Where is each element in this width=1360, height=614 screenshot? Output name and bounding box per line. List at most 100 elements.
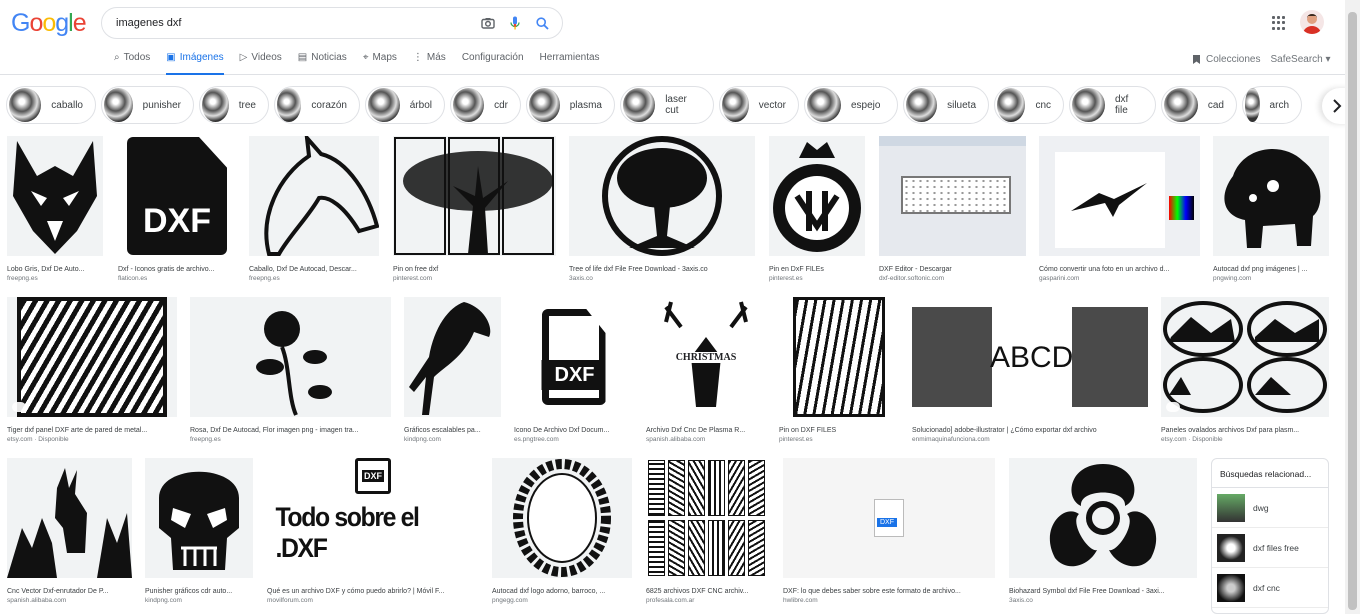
apps-grid-icon[interactable] <box>1272 16 1286 30</box>
result-source[interactable]: pngwing.com <box>1213 274 1329 283</box>
scrollbar[interactable] <box>1345 0 1360 614</box>
result-caption[interactable]: Tiger dxf panel DXF arte de pared de met… <box>7 426 177 435</box>
chip-11[interactable]: cnc <box>994 86 1064 124</box>
search-box[interactable] <box>101 7 563 39</box>
result-caption[interactable]: Autocad dxf logo adorno, barroco, ... <box>492 587 632 596</box>
result-thumbnail[interactable] <box>1039 136 1200 256</box>
result-source[interactable]: es.pngtree.com <box>514 435 633 444</box>
image-result[interactable]: Paneles ovalados archivos Dxf para plasm… <box>1161 297 1329 444</box>
chip-8[interactable]: vector <box>719 86 799 124</box>
chip-7[interactable]: laser cut <box>620 86 714 124</box>
result-caption[interactable]: Pin on free dxf <box>393 265 556 274</box>
chip-5[interactable]: cdr <box>450 86 521 124</box>
image-result[interactable]: DXF Icono De Archivo Dxf Docum... es.pngtr… <box>514 297 633 444</box>
image-result[interactable]: Cómo convertir una foto en un archivo d.… <box>1039 136 1200 283</box>
result-caption[interactable]: 6825 archivos DXF CNC archiv... <box>646 587 770 596</box>
related-search-item[interactable]: dwg <box>1212 488 1328 528</box>
search-icon[interactable] <box>534 15 550 31</box>
result-caption[interactable]: Tree of life dxf File Free Download - 3a… <box>569 265 755 274</box>
google-logo[interactable]: Google <box>11 9 87 38</box>
avatar[interactable] <box>1300 10 1324 34</box>
tab-0[interactable]: ⌕ Todos <box>114 52 150 75</box>
result-thumbnail[interactable]: DXF <box>118 136 236 256</box>
result-source[interactable]: kindpng.com <box>145 596 253 605</box>
tab-3[interactable]: ▤ Noticias <box>298 52 347 75</box>
image-result[interactable]: DXF Dxf - Iconos gratis de archivo... flat… <box>118 136 236 283</box>
image-result[interactable]: Cnc Vector Dxf-enrutador De P... spanish.… <box>7 458 132 605</box>
result-caption[interactable]: Gráficos escalables pa... <box>404 426 501 435</box>
result-thumbnail[interactable] <box>7 136 103 256</box>
result-thumbnail[interactable]: ABCD <box>912 297 1148 417</box>
result-caption[interactable]: Qué es un archivo DXF y cómo puedo abrir… <box>267 587 479 596</box>
result-caption[interactable]: Caballo, Dxf De Autocad, Descar... <box>249 265 379 274</box>
image-result[interactable]: Pin en DxF FILEs pinterest.es <box>769 136 865 283</box>
result-source[interactable]: 3axis.co <box>1009 596 1197 605</box>
result-caption[interactable]: Pin on DXF FILES <box>779 426 899 435</box>
result-thumbnail[interactable]: DXF <box>783 458 995 578</box>
result-thumbnail[interactable] <box>1161 297 1329 417</box>
result-source[interactable]: pinterest.es <box>769 274 865 283</box>
result-source[interactable]: dxf-editor.softonic.com <box>879 274 1026 283</box>
result-thumbnail[interactable] <box>779 297 899 417</box>
result-source[interactable]: spanish.alibaba.com <box>7 596 132 605</box>
result-thumbnail[interactable] <box>1213 136 1329 256</box>
result-caption[interactable]: Dxf - Iconos gratis de archivo... <box>118 265 236 274</box>
chip-13[interactable]: cad <box>1161 86 1237 124</box>
result-caption[interactable]: DXF Editor - Descargar <box>879 265 1026 274</box>
result-caption[interactable]: Pin en DxF FILEs <box>769 265 865 274</box>
result-source[interactable]: etsy.com · Disponible <box>7 435 177 444</box>
chip-0[interactable]: caballo <box>6 86 96 124</box>
tab-7[interactable]: Herramientas <box>540 52 600 75</box>
result-thumbnail[interactable] <box>646 458 770 578</box>
microphone-icon[interactable] <box>507 15 523 31</box>
tab-2[interactable]: ▷ Videos <box>240 52 282 75</box>
result-source[interactable]: enmimaquinafunciona.com <box>912 435 1148 444</box>
result-caption[interactable]: DXF: lo que debes saber sobre este forma… <box>783 587 995 596</box>
chip-6[interactable]: plasma <box>526 86 615 124</box>
search-input[interactable] <box>116 17 456 29</box>
result-caption[interactable]: Paneles ovalados archivos Dxf para plasm… <box>1161 426 1329 435</box>
result-thumbnail[interactable]: DXF <box>514 297 633 417</box>
result-caption[interactable]: Lobo Gris, Dxf De Auto... <box>7 265 103 274</box>
image-result[interactable]: DXF Editor - Descargar dxf-editor.softoni… <box>879 136 1026 283</box>
result-source[interactable]: 3axis.co <box>569 274 755 283</box>
result-thumbnail[interactable] <box>404 297 501 417</box>
result-source[interactable]: freepng.es <box>190 435 391 444</box>
image-result[interactable]: Pin on DXF FILES pinterest.es <box>779 297 899 444</box>
result-caption[interactable]: Biohazard Symbol dxf File Free Download … <box>1009 587 1197 596</box>
result-caption[interactable]: Rosa, Dxf De Autocad, Flor imagen png - … <box>190 426 391 435</box>
result-caption[interactable]: Autocad dxf png imágenes | ... <box>1213 265 1329 274</box>
image-result[interactable]: DXF DXF: lo que debes saber sobre este fo… <box>783 458 995 605</box>
chip-9[interactable]: espejo <box>804 86 898 124</box>
camera-icon[interactable] <box>480 15 496 31</box>
tab-4[interactable]: ⌖ Maps <box>363 52 397 75</box>
result-caption[interactable]: Cómo convertir una foto en un archivo d.… <box>1039 265 1200 274</box>
result-source[interactable]: pinterest.es <box>779 435 899 444</box>
image-result[interactable]: 6825 archivos DXF CNC archiv... profesala… <box>646 458 770 605</box>
result-caption[interactable]: Archivo Dxf Cnc De Plasma R... <box>646 426 766 435</box>
result-source[interactable]: profesala.com.ar <box>646 596 770 605</box>
image-result[interactable]: Biohazard Symbol dxf File Free Download … <box>1009 458 1197 605</box>
chip-2[interactable]: tree <box>199 86 269 124</box>
image-result[interactable]: Autocad dxf logo adorno, barroco, ... png… <box>492 458 632 605</box>
image-result[interactable]: Lobo Gris, Dxf De Auto... freepng.es <box>7 136 103 283</box>
image-result[interactable]: Rosa, Dxf De Autocad, Flor imagen png - … <box>190 297 391 444</box>
image-result[interactable]: Caballo, Dxf De Autocad, Descar... freepn… <box>249 136 379 283</box>
result-source[interactable]: spanish.alibaba.com <box>646 435 766 444</box>
result-thumbnail[interactable] <box>7 458 132 578</box>
result-caption[interactable]: Punisher gráficos cdr auto... <box>145 587 253 596</box>
result-thumbnail[interactable] <box>249 136 379 256</box>
result-thumbnail[interactable] <box>190 297 391 417</box>
image-result[interactable]: Tree of life dxf File Free Download - 3a… <box>569 136 755 283</box>
result-source[interactable]: freepng.es <box>249 274 379 283</box>
collections-link[interactable]: Colecciones <box>1192 54 1260 65</box>
result-caption[interactable]: Icono De Archivo Dxf Docum... <box>514 426 633 435</box>
result-source[interactable]: pngegg.com <box>492 596 632 605</box>
result-thumbnail[interactable] <box>879 136 1026 256</box>
result-caption[interactable]: Solucionado] adobe-illustrator | ¿Cómo e… <box>912 426 1148 435</box>
tab-5[interactable]: ⋮ Más <box>413 52 446 75</box>
result-thumbnail[interactable]: CHRISTMAS <box>646 297 766 417</box>
related-search-item[interactable]: dxf files free <box>1212 528 1328 568</box>
result-source[interactable]: flaticon.es <box>118 274 236 283</box>
result-thumbnail[interactable] <box>769 136 865 256</box>
